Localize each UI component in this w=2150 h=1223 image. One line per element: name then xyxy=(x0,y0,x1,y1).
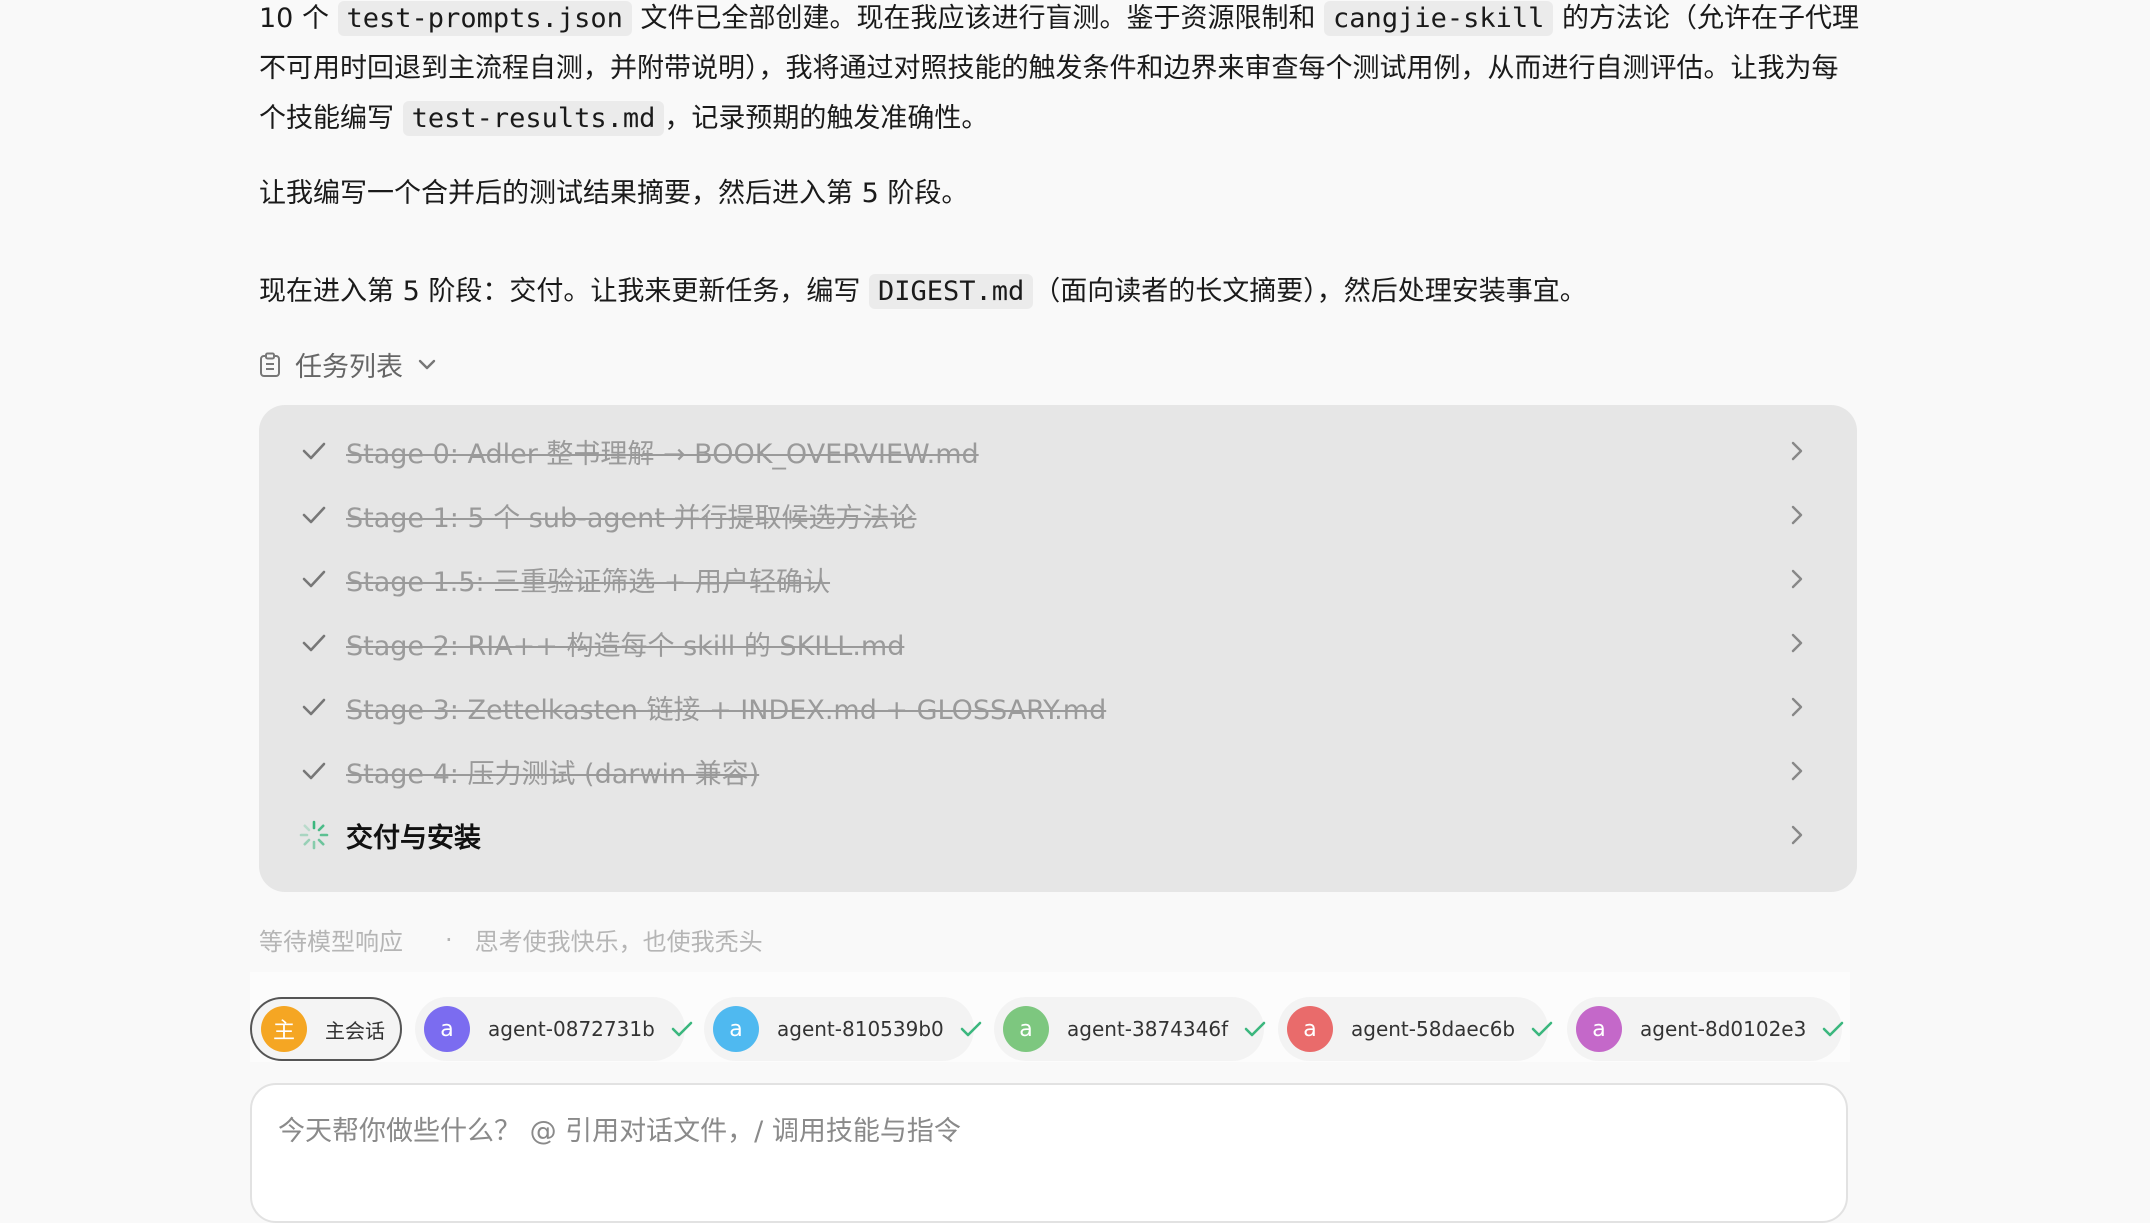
tasklist-toggle[interactable]: 任务列表 xyxy=(259,345,437,384)
message-text: ，记录预期的触发准确性。 xyxy=(664,103,989,134)
agent-chip[interactable]: a agent-58daec6b xyxy=(1278,997,1553,1061)
check-icon xyxy=(299,692,329,722)
check-icon xyxy=(299,436,329,466)
agent-chip[interactable]: a agent-8d0102e3 xyxy=(1567,997,1844,1061)
avatar: a xyxy=(713,1006,759,1052)
chevron-right-icon xyxy=(1787,436,1807,466)
task-item[interactable]: Stage 1: 5 个 sub-agent 并行提取候选方法论 xyxy=(259,483,1857,547)
thinking-quote: 思考使我快乐，也使我秃头 xyxy=(474,928,763,956)
inline-code: test-prompts.json xyxy=(337,1,632,36)
avatar: 主 xyxy=(261,1006,307,1052)
agent-chip-label: agent-0872731b xyxy=(488,1017,655,1041)
chevron-right-icon xyxy=(1787,756,1807,786)
agent-chip-main-session[interactable]: 主 主会话 xyxy=(250,997,402,1061)
task-item[interactable]: Stage 2: RIA++ 构造每个 skill 的 SKILL.md xyxy=(259,611,1857,675)
status-line: 等待模型响应 · 思考使我快乐，也使我秃头 xyxy=(259,922,763,957)
check-icon xyxy=(299,500,329,530)
chevron-right-icon xyxy=(1787,692,1807,722)
chat-input[interactable] xyxy=(276,1107,1780,1171)
message-text: 10 个 xyxy=(259,3,338,34)
agent-chip[interactable]: a agent-3874346f xyxy=(994,997,1266,1061)
message-text: 现在进入第 5 阶段：交付。让我来更新任务，编写 xyxy=(259,276,869,307)
chat-input-container xyxy=(250,1083,1848,1223)
check-icon xyxy=(299,564,329,594)
chevron-right-icon xyxy=(1787,564,1807,594)
separator-dot: · xyxy=(445,925,453,954)
agent-chip-label: agent-3874346f xyxy=(1067,1017,1229,1041)
chevron-right-icon xyxy=(1787,820,1807,850)
assistant-message-2: 让我编写一个合并后的测试结果摘要，然后进入第 5 阶段。 xyxy=(259,178,969,209)
tasklist-title: 任务列表 xyxy=(295,352,403,383)
task-item[interactable]: Stage 0: Adler 整书理解 → BOOK_OVERVIEW.md xyxy=(259,419,1857,483)
task-item[interactable]: Stage 1.5: 三重验证筛选 + 用户轻确认 xyxy=(259,547,1857,611)
inline-code: test-results.md xyxy=(402,101,665,136)
agent-chip-label: 主会话 xyxy=(325,1018,385,1043)
clipboard-icon xyxy=(259,352,281,378)
chevron-down-icon xyxy=(417,358,437,372)
check-icon xyxy=(299,628,329,658)
task-label: Stage 4: 压力测试 (darwin 兼容) xyxy=(346,758,760,790)
task-label: Stage 3: Zettelkasten 链接 + INDEX.md + GL… xyxy=(346,694,1107,726)
avatar: a xyxy=(424,1006,470,1052)
tasklist-panel: Stage 0: Adler 整书理解 → BOOK_OVERVIEW.md S… xyxy=(259,405,1857,892)
assistant-message-1: 10 个 test-prompts.json 文件已全部创建。现在我应该进行盲测… xyxy=(259,0,1859,144)
chevron-right-icon xyxy=(1787,628,1807,658)
agent-chip-label: agent-58daec6b xyxy=(1351,1017,1516,1041)
inline-code: cangjie-skill xyxy=(1324,1,1554,36)
check-icon xyxy=(1244,1020,1266,1038)
check-icon xyxy=(299,756,329,786)
task-label: Stage 1: 5 个 sub-agent 并行提取候选方法论 xyxy=(346,502,917,534)
agent-chip-label: agent-810539b0 xyxy=(777,1017,944,1041)
avatar: a xyxy=(1287,1006,1333,1052)
task-item[interactable]: Stage 3: Zettelkasten 链接 + INDEX.md + GL… xyxy=(259,675,1857,739)
agent-chip[interactable]: a agent-810539b0 xyxy=(704,997,982,1061)
task-item-active[interactable]: 交付与安装 xyxy=(259,803,1857,867)
agent-chip-label: agent-8d0102e3 xyxy=(1640,1017,1807,1041)
agent-switcher: 主 主会话 a agent-0872731b a agent-810539b0 … xyxy=(250,972,1850,1062)
inline-code: DIGEST.md xyxy=(868,274,1034,309)
task-label: 交付与安装 xyxy=(346,822,481,854)
assistant-message-3: 现在进入第 5 阶段：交付。让我来更新任务，编写 DIGEST.md （面向读者的… xyxy=(259,267,1587,317)
check-icon xyxy=(960,1020,982,1038)
check-icon xyxy=(671,1020,693,1038)
check-icon xyxy=(1822,1020,1844,1038)
agent-chip[interactable]: a agent-0872731b xyxy=(415,997,693,1061)
task-label: Stage 2: RIA++ 构造每个 skill 的 SKILL.md xyxy=(346,630,905,662)
check-icon xyxy=(1531,1020,1553,1038)
message-text: 文件已全部创建。现在我应该进行盲测。鉴于资源限制和 xyxy=(631,3,1325,34)
task-label: Stage 0: Adler 整书理解 → BOOK_OVERVIEW.md xyxy=(346,438,979,470)
chevron-right-icon xyxy=(1787,500,1807,530)
spinner-icon xyxy=(299,820,329,850)
message-text: （面向读者的长文摘要），然后处理安装事宜。 xyxy=(1033,276,1587,307)
task-label: Stage 1.5: 三重验证筛选 + 用户轻确认 xyxy=(346,566,831,598)
waiting-status: 等待模型响应 xyxy=(259,928,403,956)
avatar: a xyxy=(1003,1006,1049,1052)
avatar: a xyxy=(1576,1006,1622,1052)
task-item[interactable]: Stage 4: 压力测试 (darwin 兼容) xyxy=(259,739,1857,803)
